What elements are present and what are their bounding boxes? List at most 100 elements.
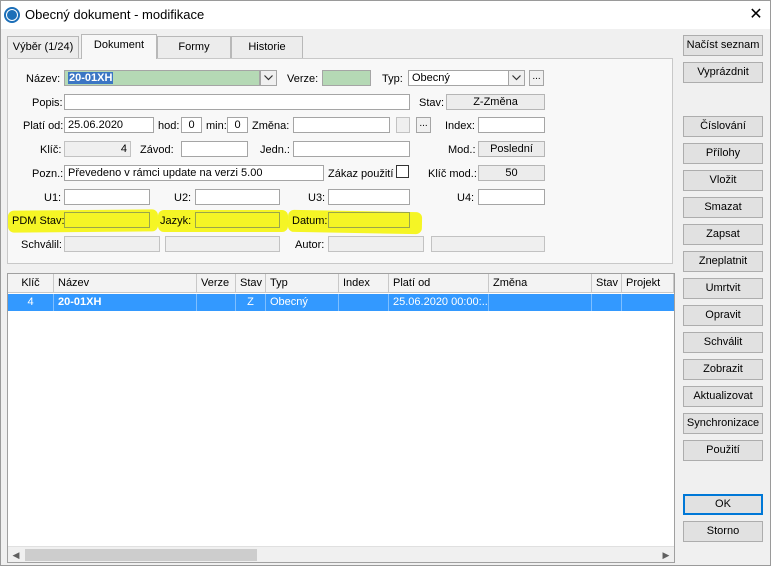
u2-field[interactable] bbox=[195, 189, 280, 205]
typ-combo[interactable]: Obecný bbox=[408, 70, 510, 86]
column-header-projekt[interactable]: Projekt bbox=[622, 274, 674, 293]
popis-label: Popis: bbox=[32, 97, 63, 109]
app-logo-icon bbox=[4, 7, 20, 23]
zapsat-button[interactable]: Zapsat bbox=[683, 224, 763, 245]
typ-dropdown-button[interactable] bbox=[508, 70, 525, 86]
schvalit-button[interactable]: Schválit bbox=[683, 332, 763, 353]
nazev-combo[interactable]: 20-01XH bbox=[64, 70, 260, 86]
u4-field[interactable] bbox=[478, 189, 545, 205]
stav-label: Stav: bbox=[419, 97, 445, 109]
u3-field[interactable] bbox=[328, 189, 410, 205]
vyprazdnit-button[interactable]: Vyprázdnit bbox=[683, 62, 763, 83]
nazev-label: Název: bbox=[26, 73, 61, 85]
tab-historie[interactable]: Historie bbox=[231, 36, 303, 58]
prilohy-button[interactable]: Přílohy bbox=[683, 143, 763, 164]
u2-label: U2: bbox=[174, 192, 192, 204]
autor-label: Autor: bbox=[295, 239, 325, 251]
documents-grid[interactable]: Klíč Název Verze Stav Typ Index Platí od… bbox=[7, 273, 675, 563]
tab-vyber[interactable]: Výběr (1/24) bbox=[7, 36, 79, 58]
smazat-button[interactable]: Smazat bbox=[683, 197, 763, 218]
chevron-down-icon bbox=[512, 75, 521, 81]
index-label: Index: bbox=[445, 120, 475, 132]
ok-button[interactable]: OK bbox=[683, 494, 763, 515]
close-icon[interactable]: ✕ bbox=[745, 4, 767, 26]
column-header-stav[interactable]: Stav bbox=[236, 274, 266, 293]
verze-field[interactable] bbox=[322, 70, 371, 86]
typ-browse-button[interactable]: ... bbox=[529, 70, 544, 86]
u4-label: U4: bbox=[457, 192, 475, 204]
column-header-nazev[interactable]: Název bbox=[54, 274, 197, 293]
synchronizace-button[interactable]: Synchronizace bbox=[683, 413, 763, 434]
horizontal-scrollbar[interactable]: ◀ ▶ bbox=[8, 546, 674, 562]
min-field[interactable]: 0 bbox=[227, 117, 248, 133]
cislovani-button[interactable]: Číslování bbox=[683, 116, 763, 137]
tab-formy[interactable]: Formy bbox=[157, 36, 231, 58]
pouziti-button[interactable]: Použití bbox=[683, 440, 763, 461]
column-header-plati-od[interactable]: Platí od bbox=[389, 274, 489, 293]
schvalil-name-field bbox=[165, 236, 280, 252]
nacist-seznam-button[interactable]: Načíst seznam bbox=[683, 35, 763, 56]
zneplatnit-button[interactable]: Zneplatnit bbox=[683, 251, 763, 272]
zavod-field[interactable] bbox=[181, 141, 248, 157]
u3-label: U3: bbox=[308, 192, 326, 204]
pdm-stav-label: PDM Stav: bbox=[12, 215, 65, 227]
pozn-label: Pozn.: bbox=[32, 168, 64, 180]
zmena-browse-button[interactable]: ... bbox=[416, 117, 431, 133]
scrollbar-thumb[interactable] bbox=[25, 549, 257, 561]
aktualizovat-button[interactable]: Aktualizovat bbox=[683, 386, 763, 407]
column-header-verze[interactable]: Verze bbox=[197, 274, 236, 293]
column-header-zmena[interactable]: Změna bbox=[489, 274, 592, 293]
jedn-field[interactable] bbox=[293, 141, 410, 157]
klic-label: Klíč: bbox=[40, 144, 62, 156]
column-header-typ[interactable]: Typ bbox=[266, 274, 339, 293]
datum-label: Datum: bbox=[292, 215, 328, 227]
pdm-stav-field[interactable] bbox=[64, 212, 150, 228]
jazyk-field[interactable] bbox=[195, 212, 280, 228]
plati-od-label: Platí od: bbox=[23, 120, 64, 132]
zmena-field[interactable] bbox=[293, 117, 390, 133]
scroll-left-icon[interactable]: ◀ bbox=[8, 547, 24, 563]
cell-stav: Z bbox=[236, 294, 266, 311]
hod-field[interactable]: 0 bbox=[181, 117, 202, 133]
zmena-label: Změna: bbox=[252, 120, 290, 132]
storno-button[interactable]: Storno bbox=[683, 521, 763, 542]
typ-label: Typ: bbox=[382, 73, 403, 85]
stav-value: Z-Změna bbox=[446, 94, 545, 110]
nazev-value: 20-01XH bbox=[68, 72, 114, 84]
umrtvit-button[interactable]: Umrtvit bbox=[683, 278, 763, 299]
nazev-dropdown-button[interactable] bbox=[260, 70, 277, 86]
zakaz-pouziti-checkbox[interactable] bbox=[396, 165, 409, 178]
verze-label: Verze: bbox=[287, 73, 319, 85]
index-field[interactable] bbox=[478, 117, 545, 133]
cell-nazev: 20-01XH bbox=[54, 294, 197, 311]
mod-value: Poslední bbox=[478, 141, 545, 157]
u1-field[interactable] bbox=[64, 189, 150, 205]
popis-field[interactable] bbox=[64, 94, 410, 110]
autor-field bbox=[328, 236, 424, 252]
dokument-panel: Název: 20-01XH Verze: Typ: Obecný ... Po… bbox=[7, 58, 673, 264]
scroll-right-icon[interactable]: ▶ bbox=[658, 547, 674, 563]
window-title: Obecný dokument - modifikace bbox=[25, 7, 205, 22]
pozn-field[interactable]: Převedeno v rámci update na verzi 5.00 bbox=[64, 165, 324, 181]
vlozit-button[interactable]: Vložit bbox=[683, 170, 763, 191]
min-label: min: bbox=[206, 120, 227, 132]
jedn-label: Jedn.: bbox=[260, 144, 290, 156]
cell-plati-od: 25.06.2020 00:00:... bbox=[389, 294, 489, 311]
tab-dokument[interactable]: Dokument bbox=[81, 34, 157, 59]
schvalil-field bbox=[64, 236, 160, 252]
jazyk-label: Jazyk: bbox=[160, 215, 192, 227]
zobrazit-button[interactable]: Zobrazit bbox=[683, 359, 763, 380]
opravit-button[interactable]: Opravit bbox=[683, 305, 763, 326]
datum-field[interactable] bbox=[328, 212, 410, 228]
title-bar: Obecný dokument - modifikace ✕ bbox=[1, 1, 770, 29]
cell-zmena bbox=[489, 294, 592, 311]
plati-od-field[interactable]: 25.06.2020 bbox=[64, 117, 154, 133]
u1-label: U1: bbox=[44, 192, 62, 204]
cell-typ: Obecný bbox=[266, 294, 339, 311]
zmena-extra-box bbox=[396, 117, 410, 133]
cell-klic: 4 bbox=[8, 294, 54, 311]
klic-mod-label: Klíč mod.: bbox=[428, 168, 477, 180]
column-header-stav-2[interactable]: Stav bbox=[592, 274, 622, 293]
column-header-index[interactable]: Index bbox=[339, 274, 389, 293]
column-header-klic[interactable]: Klíč bbox=[8, 274, 54, 293]
